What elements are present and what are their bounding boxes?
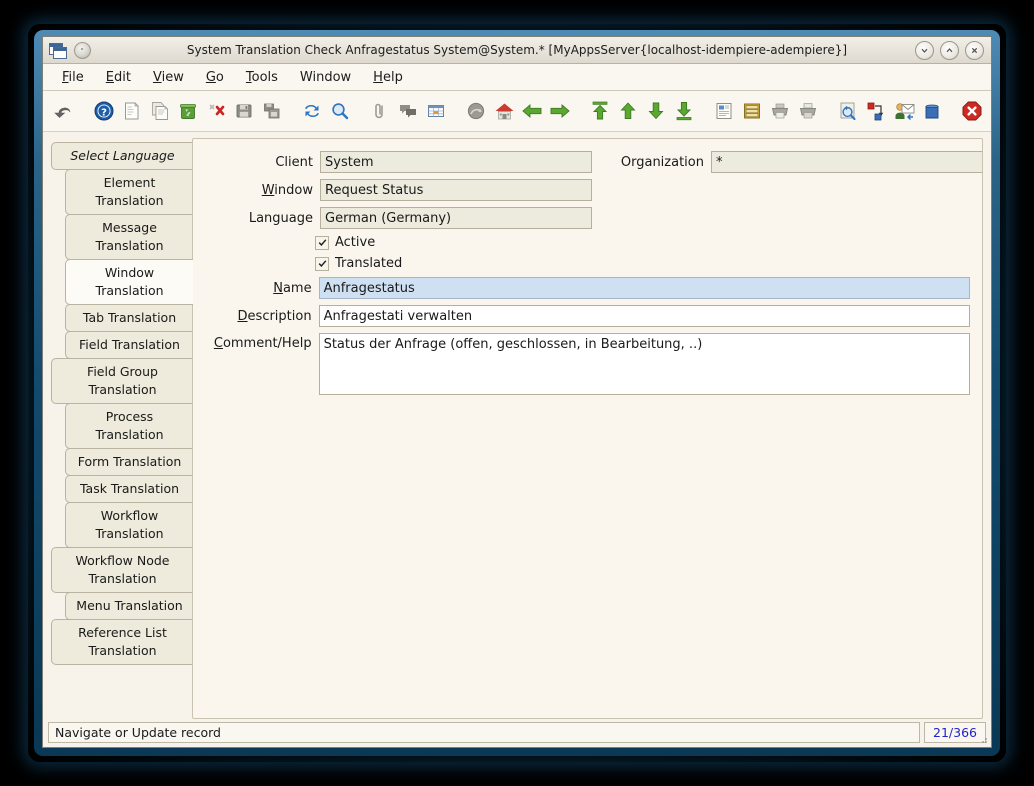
refresh-icon[interactable] — [299, 97, 325, 125]
back-arrow-icon[interactable] — [519, 97, 545, 125]
comment-help-field[interactable]: Status der Anfrage (offen, geschlossen, … — [318, 333, 970, 395]
resize-grip-icon[interactable] — [978, 734, 988, 744]
menu-bar: File Edit View Go Tools Window Help — [43, 64, 991, 91]
tab-workflow-node-translation[interactable]: Workflow Node Translation — [51, 547, 193, 593]
tab-reference-list-translation[interactable]: Reference List Translation — [51, 619, 193, 665]
print-icon[interactable] — [795, 97, 821, 125]
tab-element-translation[interactable]: Element Translation — [65, 169, 193, 215]
print-preview-icon[interactable] — [767, 97, 793, 125]
translated-checkbox[interactable] — [315, 256, 329, 271]
field-row-description: Description Anfragestati verwalten — [205, 305, 970, 327]
window-field[interactable]: Request Status — [320, 179, 592, 201]
description-label: Description — [237, 308, 312, 324]
toolbar: ? — [43, 91, 991, 132]
status-bar: Navigate or Update record 21/366 — [43, 719, 991, 747]
find-icon[interactable] — [327, 97, 353, 125]
field-row-client: Client System — [205, 151, 592, 173]
tab-process-translation[interactable]: Process Translation — [65, 403, 193, 449]
windows-stack-icon[interactable] — [49, 42, 67, 59]
field-row-comment: Comment/Help Status der Anfrage (offen, … — [205, 333, 970, 395]
menu-window[interactable]: Window — [289, 68, 362, 87]
home-icon[interactable] — [491, 97, 517, 125]
translation-tab-strip: Select Language Element Translation Mess… — [43, 138, 193, 719]
product-info-icon[interactable] — [919, 97, 945, 125]
forward-arrow-icon[interactable] — [547, 97, 573, 125]
window-body: Select Language Element Translation Mess… — [43, 132, 991, 719]
svg-text:?: ? — [101, 107, 107, 118]
tab-field-group-translation[interactable]: Field Group Translation — [51, 358, 193, 404]
comment-help-label: Comment/Help — [213, 336, 312, 351]
grid-toggle-icon[interactable] — [423, 97, 449, 125]
history-icon[interactable] — [463, 97, 489, 125]
tab-task-translation[interactable]: Task Translation — [65, 475, 193, 503]
client-field[interactable]: System — [320, 151, 592, 173]
menu-help[interactable]: Help — [362, 68, 414, 87]
menu-tools[interactable]: Tools — [235, 68, 289, 87]
window-label: Window — [261, 182, 313, 198]
report-icon[interactable] — [711, 97, 737, 125]
undo-icon[interactable] — [51, 97, 77, 125]
tab-window-translation[interactable]: Window Translation — [65, 259, 193, 305]
tab-select-language[interactable]: Select Language — [51, 142, 193, 170]
status-message: Navigate or Update record — [48, 721, 920, 743]
next-record-icon[interactable] — [643, 97, 669, 125]
copy-record-icon[interactable] — [147, 97, 173, 125]
name-label: Name — [273, 280, 312, 296]
record-form-panel: Client System Window Request Status Lang… — [192, 138, 983, 719]
language-field[interactable]: German (Germany) — [320, 207, 592, 229]
tab-form-translation[interactable]: Form Translation — [65, 448, 193, 476]
organization-label: Organization — [620, 154, 704, 170]
tab-workflow-translation[interactable]: Workflow Translation — [65, 502, 193, 548]
help-icon[interactable]: ? — [91, 97, 117, 125]
delete-record-icon[interactable] — [175, 97, 201, 125]
application-window: System Translation Check Anfragestatus S… — [42, 36, 992, 748]
active-label: Active — [335, 235, 376, 250]
new-record-icon[interactable] — [119, 97, 145, 125]
menu-file[interactable]: File — [51, 68, 95, 87]
menu-go[interactable]: Go — [195, 68, 235, 87]
checkbox-row-active: Active — [205, 235, 970, 250]
field-row-language: Language German (Germany) — [205, 207, 592, 229]
field-row-window: Window Request Status — [205, 179, 592, 201]
attachment-icon[interactable] — [367, 97, 393, 125]
tab-tab-translation[interactable]: Tab Translation — [65, 304, 193, 332]
active-checkbox[interactable] — [315, 235, 329, 250]
first-record-icon[interactable] — [587, 97, 613, 125]
request-icon[interactable] — [891, 97, 917, 125]
translated-label: Translated — [335, 256, 403, 271]
tab-menu-translation[interactable]: Menu Translation — [65, 592, 193, 620]
title-bar[interactable]: System Translation Check Anfragestatus S… — [43, 37, 991, 64]
disc-icon[interactable] — [74, 41, 91, 59]
field-row-organization: Organization * — [614, 151, 982, 173]
save-icon[interactable] — [231, 97, 257, 125]
archive-icon[interactable] — [739, 97, 765, 125]
desktop-background: System Translation Check Anfragestatus S… — [0, 0, 1034, 786]
exit-icon[interactable] — [959, 97, 985, 125]
close-button[interactable] — [965, 40, 984, 60]
chat-icon[interactable] — [395, 97, 421, 125]
menu-edit[interactable]: Edit — [95, 68, 142, 87]
menu-view[interactable]: View — [142, 68, 195, 87]
description-field[interactable]: Anfragestati verwalten — [318, 305, 970, 327]
active-workflow-icon[interactable] — [863, 97, 889, 125]
previous-record-icon[interactable] — [615, 97, 641, 125]
save-create-icon[interactable] — [259, 97, 285, 125]
zoom-across-icon[interactable] — [835, 97, 861, 125]
tab-field-translation[interactable]: Field Translation — [65, 331, 193, 359]
delete-selection-icon[interactable] — [203, 97, 229, 125]
maximize-button[interactable] — [940, 40, 959, 60]
minimize-button[interactable] — [915, 40, 934, 60]
tab-message-translation[interactable]: Message Translation — [65, 214, 193, 260]
record-count-indicator: 21/366 — [924, 721, 986, 743]
name-field[interactable]: Anfragestatus — [318, 277, 970, 299]
language-label: Language — [248, 210, 313, 226]
field-row-name: Name Anfragestatus — [205, 277, 970, 299]
checkbox-row-translated: Translated — [205, 256, 970, 271]
window-title: System Translation Check Anfragestatus S… — [186, 43, 848, 57]
last-record-icon[interactable] — [671, 97, 697, 125]
organization-field[interactable]: * — [711, 151, 982, 173]
client-label: Client — [275, 154, 313, 170]
